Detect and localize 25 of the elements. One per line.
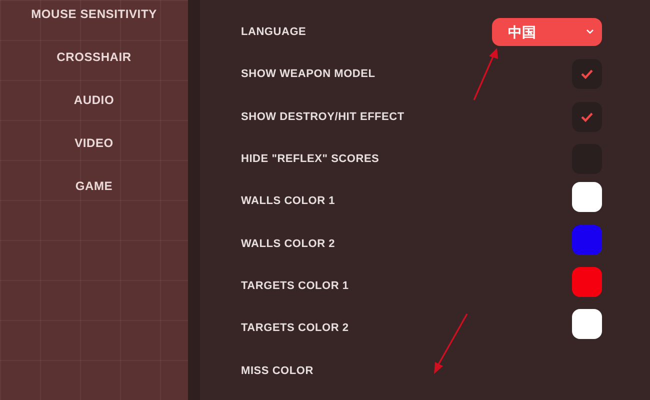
sidebar-item[interactable]: CROSSHAIR [56,48,132,66]
setting-label: SHOW DESTROY/HIT EFFECT [241,110,404,125]
annotation-arrow [471,46,501,102]
setting-label: MISS COLOR [241,364,314,379]
setting-label: LANGUAGE [241,24,306,40]
sidebar-item[interactable]: MOUSE SENSITIVITY [31,5,157,23]
checkmark-icon [581,112,593,122]
color-swatch[interactable] [572,182,602,212]
checkbox[interactable] [572,102,602,132]
setting-label: TARGETS COLOR 2 [241,321,349,336]
checkmark-icon [581,69,593,80]
sidebar-item[interactable]: GAME [75,177,113,195]
sidebar-item[interactable]: VIDEO [74,134,114,152]
sidebar-item[interactable]: AUDIO [74,91,114,109]
language-dropdown[interactable]: 中国 [492,18,602,46]
setting-label: WALLS COLOR 2 [241,236,336,252]
checkbox[interactable] [572,59,602,90]
color-swatch[interactable] [572,309,602,340]
color-swatch[interactable] [572,224,602,255]
setting-label: TARGETS COLOR 1 [241,278,349,294]
setting-label: WALLS COLOR 1 [241,194,336,210]
color-swatch[interactable] [572,267,602,298]
setting-label: HIDE "REFLEX" SCORES [241,152,380,167]
setting-label: SHOW WEAPON MODEL [241,67,376,82]
chevron-down-icon [586,29,594,36]
